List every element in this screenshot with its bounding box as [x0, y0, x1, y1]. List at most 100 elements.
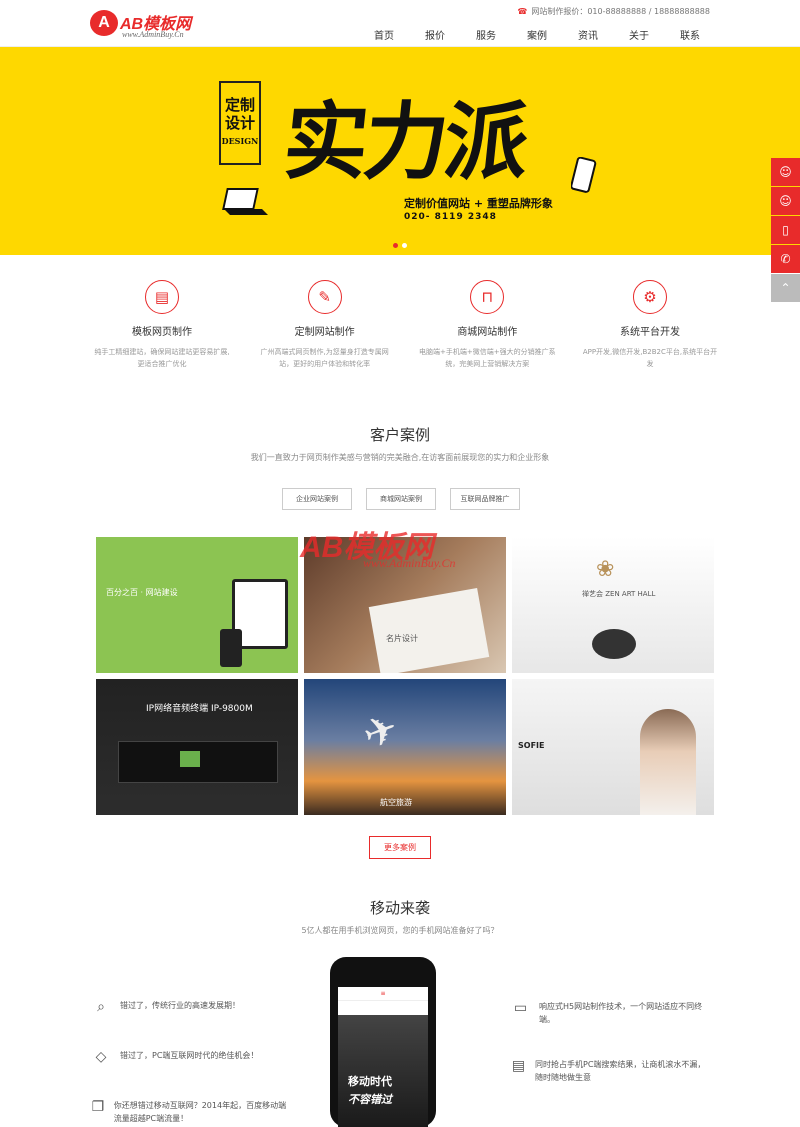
banner-slogan: 定制价值网站 + 重塑品牌形象: [404, 197, 553, 210]
service-title: 模板网页制作: [132, 327, 192, 338]
model-image: [640, 709, 696, 815]
case-item[interactable]: 百分之百 · 网站建设: [96, 537, 298, 673]
mobile-left-feature: ⌕ 错过了，传统行业的高速发展期！: [90, 999, 290, 1021]
feature-text: 你还想错过移动互联网？2014年起，百度移动端流量超越PC端流量！: [113, 1101, 287, 1123]
stone-image: [592, 629, 636, 659]
cases-title: 客户案例: [369, 426, 430, 444]
nav-pricing[interactable]: 报价: [425, 27, 445, 42]
carousel-dots: [393, 243, 411, 248]
case-caption: IP网络音频终端 IP-9800M: [146, 704, 253, 714]
cases-grid: 百分之百 · 网站建设 名片设计 ❀ 禅艺会 ZEN ART HALL IP网络…: [96, 537, 714, 815]
bag-icon: ⊓: [470, 280, 505, 314]
service-item[interactable]: ▤ 模板网页制作 纯手工精细建站，确保网站建站更容易扩展,更适合推广优化: [92, 280, 232, 370]
case-caption: 禅艺会 ZEN ART HALL: [582, 590, 656, 598]
phone-mockup: [220, 629, 242, 667]
feature-text: 响应式H5网站制作技术，一个网站适应不同终端。: [539, 1002, 703, 1024]
cases-subtitle: 我们一直致力于网页制作美感与营销的完美融合,在访客面前展现您的实力和企业形象: [250, 453, 550, 462]
stamp-line-1: 定制: [224, 96, 255, 114]
floating-sidebar: ☺ ☺ ▯ ✆ ⌃: [771, 158, 800, 303]
carousel-dot-1[interactable]: [393, 243, 398, 248]
pencil-icon: ✎: [307, 280, 342, 314]
cases-tabs: 企业网站案例 商城网站案例 互联网品牌推广: [282, 488, 534, 510]
watermark-url: www.AdminBuy.Cn: [363, 556, 456, 570]
phone-screen-image: 移动时代 不容错过: [338, 1015, 428, 1127]
main-nav: 首页 报价 服务 案例 资讯 关于 联系: [343, 27, 700, 42]
mobile-right-feature: ▭ 响应式H5网站制作技术，一个网站适应不同终端。: [510, 1000, 710, 1026]
mobile-right-feature: ▤ 同时抢占手机PC端搜索结果，让商机滚水不漏，随时随地做生意: [510, 1058, 710, 1084]
header: A AB模板网 www.AdminBuy.Cn ☎ 网站制作报价：010-8888…: [0, 0, 800, 47]
feature-text: 错过了，PC端互联网时代的绝佳机会！: [120, 1051, 259, 1060]
case-caption: 百分之百 · 网站建设: [106, 588, 178, 597]
business-card: [368, 587, 490, 673]
gear-icon: ⚙: [632, 280, 667, 314]
airplane-icon: ✈: [357, 704, 405, 760]
screen-text-1: 移动时代: [348, 1075, 392, 1088]
nav-news[interactable]: 资讯: [578, 27, 598, 42]
banner-phone: 020- 8119 2348: [404, 212, 497, 222]
service-item[interactable]: ⚙ 系统平台开发 APP开发,微信开发,B2B2C平台,系统平台开发: [580, 280, 720, 370]
template-icon: ▤: [145, 280, 179, 314]
case-item[interactable]: ✈ 航空旅游: [304, 679, 506, 815]
case-caption: 航空旅游: [380, 798, 412, 807]
nav-about[interactable]: 关于: [629, 27, 649, 42]
more-cases-button[interactable]: 更多案例: [369, 836, 431, 859]
banner-headline: 实力派: [279, 92, 530, 191]
carousel-dot-2[interactable]: [402, 243, 407, 248]
service-item[interactable]: ✎ 定制网站制作 广州高端式网页制作,为您量身打造专属网站，更好的用户体验和转化…: [255, 280, 395, 370]
case-item[interactable]: ❀ 禅艺会 ZEN ART HALL: [512, 537, 714, 673]
phone-screen-bar: ≡: [338, 987, 428, 1001]
mobile-icon[interactable]: ▯: [771, 216, 800, 244]
feature-text: 错过了，传统行业的高速发展期！: [120, 1001, 240, 1010]
case-caption: 名片设计: [386, 634, 418, 643]
service-desc: 广州高端式网页制作,为您量身打造专属网站，更好的用户体验和转化率: [260, 348, 389, 368]
screen-text-2: 不容错过: [348, 1093, 392, 1106]
logo-badge: A: [90, 10, 118, 36]
phone-icon: ☎: [517, 7, 528, 16]
stamp-line-3: DESIGN: [221, 136, 259, 146]
diamond-icon: ◇: [95, 1049, 107, 1065]
logo-url: www.AdminBuy.Cn: [122, 30, 184, 39]
feature-text: 同时抢占手机PC端搜索结果，让商机滚水不漏，随时随地做生意: [535, 1060, 706, 1082]
back-to-top-icon[interactable]: ⌃: [771, 274, 800, 302]
search-icon: ⌕: [97, 999, 105, 1015]
hero-banner[interactable]: 定制 设计 DESIGN 实力派 定制价值网站 + 重塑品牌形象 020- 81…: [0, 47, 800, 255]
phone-screen: ≡ 移动时代 不容错过: [338, 987, 428, 1127]
mobile-left-feature: ❐ 你还想错过移动互联网？2014年起，百度移动端流量超越PC端流量！: [90, 1099, 290, 1125]
screen-icon: ▤: [511, 1058, 526, 1074]
stamp-line-2: 设计: [224, 114, 255, 132]
phone-icon[interactable]: ✆: [771, 245, 800, 273]
hotline-text: 网站制作报价：010-88888888 / 18888888888: [531, 7, 710, 16]
nav-services[interactable]: 服务: [476, 27, 496, 42]
nav-home[interactable]: 首页: [374, 27, 394, 42]
service-item[interactable]: ⊓ 商城网站制作 电脑端+手机端+微信端+强大的分销推广系统，完美网上营销解决方…: [417, 280, 557, 370]
hotline: ☎ 网站制作报价：010-88888888 / 18888888888: [517, 6, 710, 17]
service-desc: 纯手工精细建站，确保网站建站更容易扩展,更适合推广优化: [94, 348, 230, 368]
lotus-icon: ❀: [596, 557, 615, 582]
service-desc: APP开发,微信开发,B2B2C平台,系统平台开发: [582, 348, 718, 368]
phone-mockup-large: ≡ 移动时代 不容错过: [330, 957, 436, 1127]
mobile-title: 移动来袭: [369, 899, 430, 917]
nav-cases[interactable]: 案例: [527, 27, 547, 42]
mobile-phone-icon: [571, 157, 597, 193]
services-row: ▤ 模板网页制作 纯手工精细建站，确保网站建站更容易扩展,更适合推广优化 ✎ 定…: [92, 280, 720, 370]
tab-brand-promotion[interactable]: 互联网品牌推广: [450, 488, 520, 510]
mobile-subtitle: 5亿人都在用手机浏览网页，您的手机网站准备好了吗？: [301, 926, 499, 935]
laptop-icon: [222, 188, 268, 215]
tab-mall-cases[interactable]: 商城网站案例: [366, 488, 436, 510]
design-stamp: 定制 设计 DESIGN: [219, 81, 261, 165]
device-screen: [180, 751, 200, 767]
case-item[interactable]: SOFIE: [512, 679, 714, 815]
service-title: 商城网站制作: [457, 327, 518, 338]
logo[interactable]: A AB模板网 www.AdminBuy.Cn: [90, 8, 210, 42]
qq-icon[interactable]: ☺: [771, 187, 800, 215]
case-caption: SOFIE: [518, 741, 545, 750]
mobile-left-feature: ◇ 错过了，PC端互联网时代的绝佳机会！: [90, 1049, 290, 1071]
service-title: 定制网站制作: [294, 327, 355, 338]
service-title: 系统平台开发: [619, 327, 680, 338]
qq-icon[interactable]: ☺: [771, 158, 800, 186]
case-item[interactable]: IP网络音频终端 IP-9800M: [96, 679, 298, 815]
nav-contact[interactable]: 联系: [680, 27, 700, 42]
responsive-icon: ▭: [513, 1000, 528, 1016]
service-desc: 电脑端+手机端+微信端+强大的分销推广系统，完美网上营销解决方案: [419, 348, 556, 368]
tab-enterprise-cases[interactable]: 企业网站案例: [282, 488, 352, 510]
